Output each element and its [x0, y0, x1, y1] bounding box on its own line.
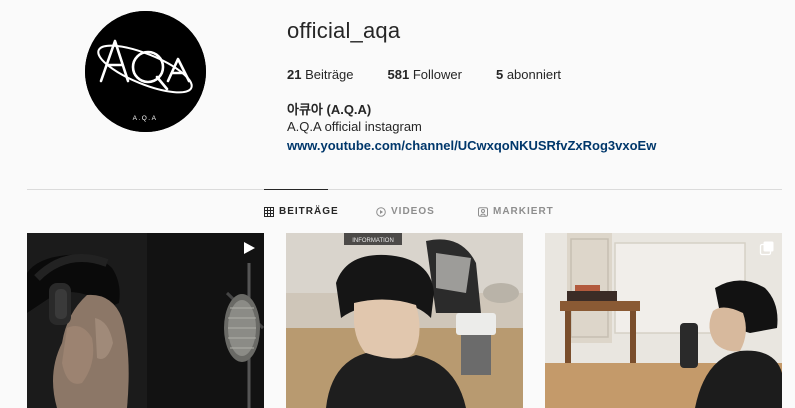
tab-videos-label: VIDEOS: [391, 206, 435, 217]
post-image: [545, 233, 782, 408]
profile-avatar[interactable]: A.Q.A: [85, 11, 206, 132]
tab-tagged-label: MARKIERT: [493, 206, 554, 217]
stat-posts-label: Beiträge: [305, 67, 354, 82]
profile-stats: 21 Beiträge 581 Follower 5 abonniert: [287, 67, 595, 82]
play-circle-icon: [376, 206, 386, 217]
profile-bio: A.Q.A official instagram: [287, 119, 422, 134]
tab-posts-label: BEITRÄGE: [279, 206, 339, 217]
tab-posts[interactable]: BEITRÄGE: [264, 206, 339, 217]
post-tile[interactable]: INFORMATION: [286, 233, 523, 408]
post-tile[interactable]: [27, 233, 264, 408]
post-image: INFORMATION: [286, 233, 523, 408]
grid-icon: [264, 206, 274, 217]
aqa-logo-icon: A.Q.A: [85, 11, 206, 132]
stat-following-count: 5: [495, 67, 504, 82]
multiple-images-icon: [759, 241, 774, 256]
profile-full-name: 아큐아 (A.Q.A): [287, 102, 372, 117]
stat-posts-count: 21: [287, 67, 302, 82]
tab-tagged[interactable]: MARKIERT: [478, 206, 554, 217]
avatar-small-text: A.Q.A: [133, 115, 158, 122]
active-tab-indicator: [264, 189, 328, 190]
tab-videos[interactable]: VIDEOS: [376, 206, 435, 217]
tag-user-icon: [478, 206, 488, 217]
stat-following-label: abonniert: [506, 67, 562, 82]
post-tile[interactable]: [545, 233, 782, 408]
profile-username: official_aqa: [287, 18, 401, 43]
profile-tabs: BEITRÄGE VIDEOS MARKIERT: [0, 206, 795, 220]
stat-followers-count: 581: [387, 67, 410, 82]
stat-following[interactable]: 5 abonniert: [496, 67, 561, 82]
tabs-divider: [27, 189, 782, 190]
video-icon: [244, 242, 255, 254]
stat-followers-label: Follower: [412, 67, 462, 82]
profile-link[interactable]: www.youtube.com/channel/UCwxqoNKUSRfvZxR…: [287, 138, 656, 153]
stat-followers[interactable]: 581 Follower: [388, 67, 462, 82]
stat-posts: 21 Beiträge: [287, 67, 354, 82]
information-sign-text: INFORMATION: [352, 238, 394, 244]
post-image: [27, 233, 264, 408]
